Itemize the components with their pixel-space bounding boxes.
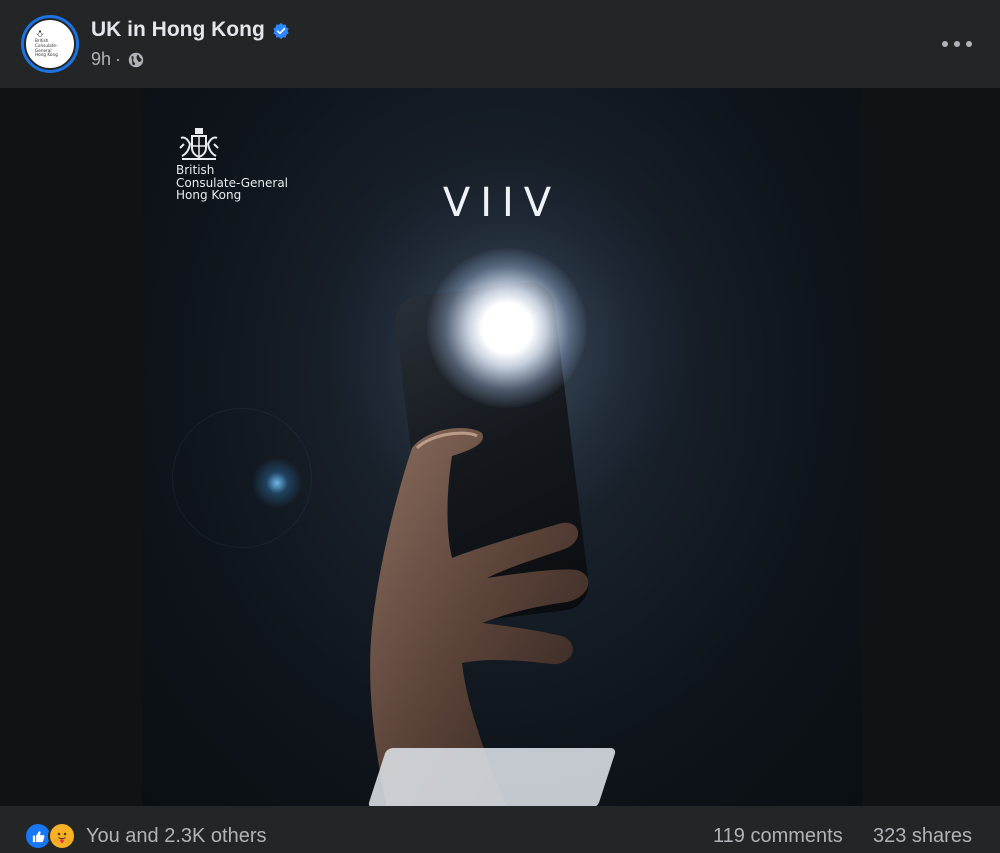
lens-flare bbox=[247, 453, 307, 513]
royal-crest-icon bbox=[36, 30, 44, 38]
verified-badge-icon bbox=[273, 22, 289, 40]
avatar-line-3: Hong Kong bbox=[35, 52, 58, 58]
more-horizontal-icon[interactable] bbox=[942, 30, 972, 58]
shares-count-link[interactable]: 323 shares bbox=[873, 825, 972, 848]
more-dot bbox=[942, 41, 948, 47]
logo-line-1: British bbox=[176, 163, 215, 177]
post-meta: 9h · bbox=[91, 49, 145, 70]
avatar-image: British Consulate-General Hong Kong bbox=[24, 18, 76, 70]
more-dot bbox=[954, 41, 960, 47]
post-timestamp[interactable]: 9h bbox=[91, 49, 111, 70]
globe-icon[interactable] bbox=[127, 51, 145, 69]
royal-coat-of-arms-icon bbox=[179, 128, 219, 160]
hug-face-icon bbox=[53, 832, 71, 844]
reactions-summary[interactable] bbox=[24, 822, 80, 852]
post-footer: You and 2.3K others 119 comments 323 sha… bbox=[0, 806, 1000, 853]
shirt-cuff bbox=[367, 748, 617, 806]
post-photo[interactable]: British Consulate-General Hong Kong VIIV bbox=[142, 88, 862, 806]
hand-illustration bbox=[370, 428, 589, 806]
thumbs-up-icon bbox=[32, 830, 44, 842]
comments-count-link[interactable]: 119 comments bbox=[713, 825, 843, 848]
image-headline: VIIV bbox=[442, 180, 562, 226]
care-reaction-icon bbox=[48, 822, 76, 850]
post-header: British Consulate-General Hong Kong UK i… bbox=[0, 0, 1000, 88]
meta-separator: · bbox=[115, 49, 122, 69]
reactions-count-text[interactable]: You and 2.3K others bbox=[86, 825, 267, 848]
page-name-link[interactable]: UK in Hong Kong bbox=[91, 18, 265, 42]
phone-flash-light bbox=[427, 248, 587, 408]
page-avatar[interactable]: British Consulate-General Hong Kong bbox=[21, 15, 79, 73]
more-dot bbox=[966, 41, 972, 47]
